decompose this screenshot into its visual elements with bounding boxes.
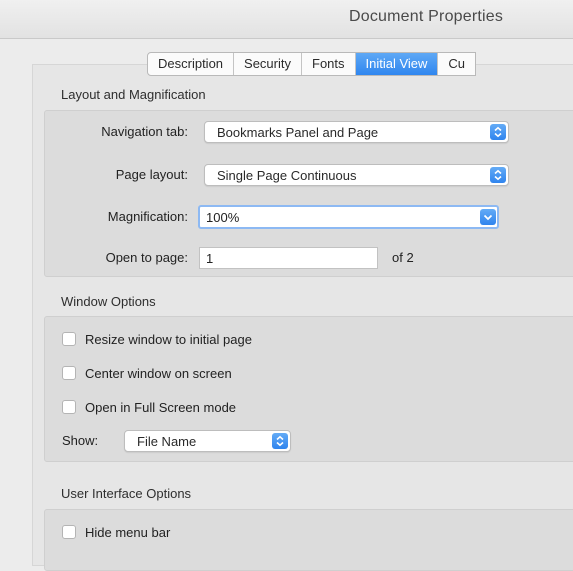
hide-menu-bar-checkbox[interactable]: Hide menu bar: [62, 523, 170, 541]
center-window-checkbox[interactable]: Center window on screen: [62, 364, 232, 382]
magnification-label: Magnification:: [107, 209, 188, 224]
window-section-title: Window Options: [61, 294, 156, 309]
navigation-tab-select[interactable]: Bookmarks Panel and Page: [204, 121, 509, 143]
layout-section-title: Layout and Magnification: [61, 87, 206, 102]
checkbox-box[interactable]: [62, 332, 76, 346]
up-down-chevron-icon: [490, 167, 506, 183]
checkbox-box[interactable]: [62, 400, 76, 414]
tab-description[interactable]: Description: [148, 53, 235, 75]
open-to-page-label: Open to page:: [105, 250, 188, 265]
checkbox-box[interactable]: [62, 525, 76, 539]
chevron-down-icon[interactable]: [480, 209, 496, 225]
show-select[interactable]: File Name: [124, 430, 291, 452]
show-value: File Name: [137, 434, 197, 449]
center-window-label: Center window on screen: [85, 365, 232, 381]
hide-menu-bar-label: Hide menu bar: [85, 524, 171, 540]
tab-fonts[interactable]: Fonts: [302, 53, 356, 75]
title-bar: Document Properties: [0, 0, 573, 39]
tab-initial-view[interactable]: Initial View: [355, 53, 439, 75]
tab-security[interactable]: Security: [234, 53, 302, 75]
page-count-text: of 2: [392, 250, 414, 265]
open-to-page-field[interactable]: 1: [199, 247, 378, 269]
tab-custom[interactable]: Cu: [438, 53, 475, 75]
checkbox-box[interactable]: [62, 366, 76, 380]
navigation-tab-label: Navigation tab:: [101, 124, 188, 139]
page-layout-label: Page layout:: [115, 167, 188, 182]
magnification-value: 100%: [206, 210, 240, 225]
tab-bar: Description Security Fonts Initial View …: [147, 52, 477, 76]
open-to-page-value: 1: [206, 251, 214, 266]
resize-window-checkbox[interactable]: Resize window to initial page: [62, 330, 252, 348]
up-down-chevron-icon: [272, 433, 288, 449]
full-screen-checkbox[interactable]: Open in Full Screen mode: [62, 398, 236, 416]
ui-section-title: User Interface Options: [61, 486, 192, 501]
page-layout-value: Single Page Continuous: [217, 168, 357, 183]
show-label: Show:: [62, 433, 99, 448]
magnification-combo[interactable]: 100%: [198, 205, 499, 229]
page-layout-select[interactable]: Single Page Continuous: [204, 164, 509, 186]
full-screen-label: Open in Full Screen mode: [85, 399, 237, 415]
window-title: Document Properties: [349, 8, 504, 25]
resize-window-label: Resize window to initial page: [85, 331, 252, 347]
navigation-tab-value: Bookmarks Panel and Page: [217, 125, 379, 140]
up-down-chevron-icon: [490, 124, 506, 140]
